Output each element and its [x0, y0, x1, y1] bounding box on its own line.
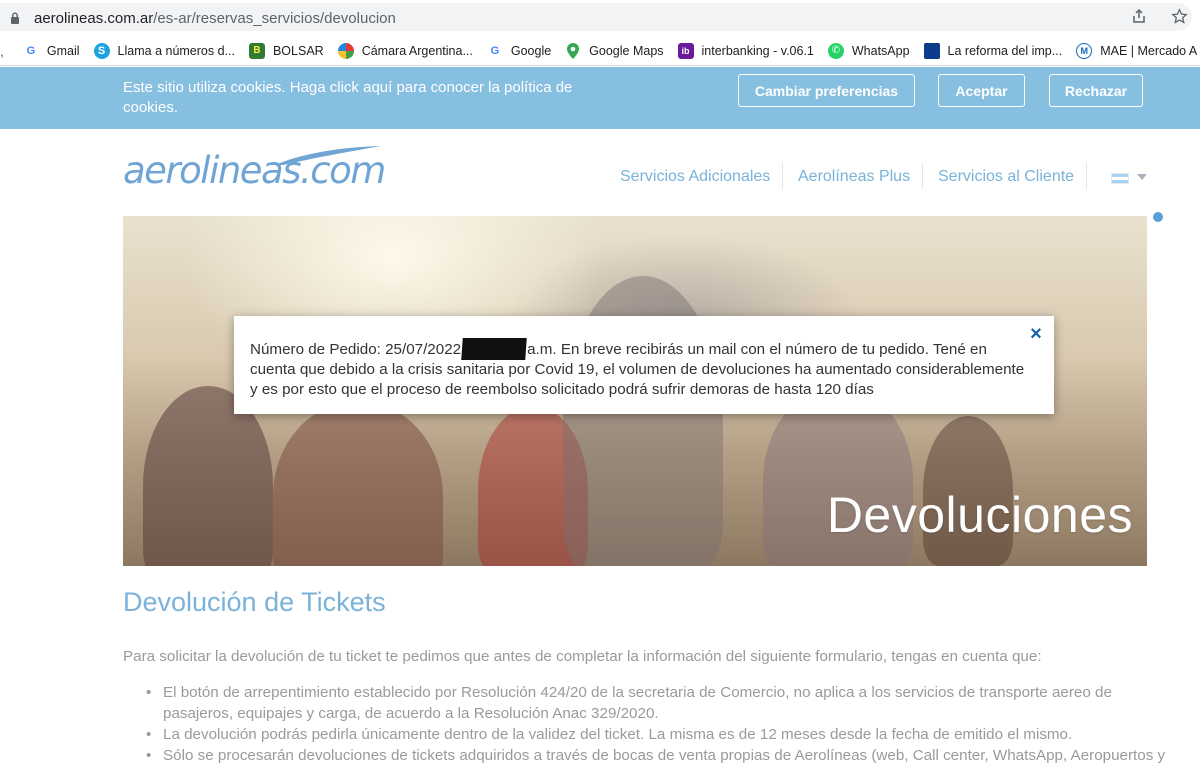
bookmark-camara[interactable]: Cámara Argentina... [331, 38, 480, 64]
bookmark-label: Google Maps [589, 43, 664, 58]
cookie-reject-button[interactable]: Rechazar [1049, 74, 1143, 107]
bookmark-label: MAE | Mercado A [1100, 43, 1198, 58]
nav-divider [1086, 163, 1087, 189]
bookmark-site-icon [923, 42, 940, 59]
redacted-time [461, 338, 527, 360]
bookmark-bolsar[interactable]: B BOLSAR [242, 38, 331, 64]
bookmark-label: Gmail [46, 43, 80, 58]
bookmark-label: Llama a números d... [117, 43, 235, 58]
bookmark-star-icon[interactable] [1170, 7, 1188, 25]
bookmark-interbanking[interactable]: ib interbanking - v.06.1 [671, 38, 821, 64]
bookmark-label: La reforma del imp... [947, 43, 1063, 58]
order-confirmation-modal: Número de Pedido: 25/07/2022 a.m. En brev… [234, 316, 1054, 414]
hero-figure [273, 401, 443, 566]
modal-message: Número de Pedido: 25/07/2022 a.m. En brev… [250, 338, 1036, 400]
apps-overflow-icon[interactable]: , [0, 38, 16, 64]
lock-icon [11, 12, 19, 24]
modal-text-start: Número de Pedido: 25/07/2022 [250, 341, 462, 358]
address-field[interactable]: aerolineas.com.ar/es-ar/reservas_servici… [0, 3, 1192, 31]
nav-divider [922, 163, 923, 189]
nav-servicios-adicionales[interactable]: Servicios Adicionales [620, 168, 770, 186]
list-item: El botón de arrepentimiento establecido … [146, 682, 1146, 724]
maps-pin-icon [565, 42, 581, 59]
info-list: El botón de arrepentimiento establecido … [146, 682, 1165, 766]
google-icon: G [490, 44, 500, 57]
cookie-text[interactable]: Este sitio utiliza cookies. Haga click a… [123, 78, 593, 118]
bookmark-label: BOLSAR [272, 43, 324, 58]
bookmark-label: WhatsApp [851, 43, 910, 58]
scroll-indicator-dot [1153, 212, 1163, 222]
list-item: La devolución podrás pedirla únicamente … [146, 724, 1146, 745]
argentina-flag-icon[interactable] [1111, 173, 1129, 184]
url-text: aerolineas.com.ar/es-ar/reservas_servici… [34, 10, 396, 27]
interbanking-icon: ib [677, 42, 694, 59]
bookmarks-bar: , G Gmail S Llama a números d... B BOLSA… [0, 36, 1200, 66]
google-icon: G [26, 44, 36, 57]
cookie-accept-button[interactable]: Aceptar [938, 74, 1025, 107]
bookmark-skype[interactable]: S Llama a números d... [87, 38, 242, 64]
cookie-preferences-button[interactable]: Cambiar preferencias [738, 74, 915, 107]
mae-icon: M [1076, 42, 1093, 59]
url-domain: aerolineas.com.ar [34, 10, 154, 27]
site-logo[interactable]: aerolineas.com [123, 143, 386, 193]
bookmark-google[interactable]: G Google [480, 38, 558, 64]
bookmark-mae[interactable]: M MAE | Mercado A [1069, 38, 1200, 64]
bookmark-gmail[interactable]: G Gmail [16, 38, 87, 64]
bookmark-whatsapp[interactable]: ✆ WhatsApp [821, 38, 917, 64]
bookmark-label: Google [510, 43, 552, 58]
share-icon[interactable] [1130, 7, 1148, 25]
whatsapp-icon: ✆ [827, 42, 844, 59]
chevron-down-icon[interactable] [1137, 174, 1147, 180]
url-path: /es-ar/reservas_servicios/devolucion [153, 10, 396, 27]
logo-text: aerolineas.com [123, 149, 386, 192]
hero-title: Devoluciones [826, 487, 1133, 543]
bookmark-google-maps[interactable]: Google Maps [558, 38, 670, 64]
section-heading: Devolución de Tickets [123, 587, 386, 617]
bookmark-label: interbanking - v.06.1 [701, 43, 814, 58]
camara-icon [337, 42, 354, 59]
bookmark-label: Cámara Argentina... [361, 43, 473, 58]
bookmark-reforma[interactable]: La reforma del imp... [917, 38, 1070, 64]
skype-icon: S [93, 42, 110, 59]
browser-url-bar: aerolineas.com.ar/es-ar/reservas_servici… [0, 0, 1200, 34]
bolsar-icon: B [248, 42, 265, 59]
close-icon[interactable]: × [1026, 324, 1046, 344]
nav-divider [782, 163, 783, 189]
nav-servicios-cliente[interactable]: Servicios al Cliente [938, 168, 1074, 186]
intro-text: Para solicitar la devolución de tu ticke… [123, 648, 1042, 665]
nav-aerolineas-plus[interactable]: Aerolíneas Plus [798, 168, 910, 186]
url-actions [1130, 7, 1188, 25]
